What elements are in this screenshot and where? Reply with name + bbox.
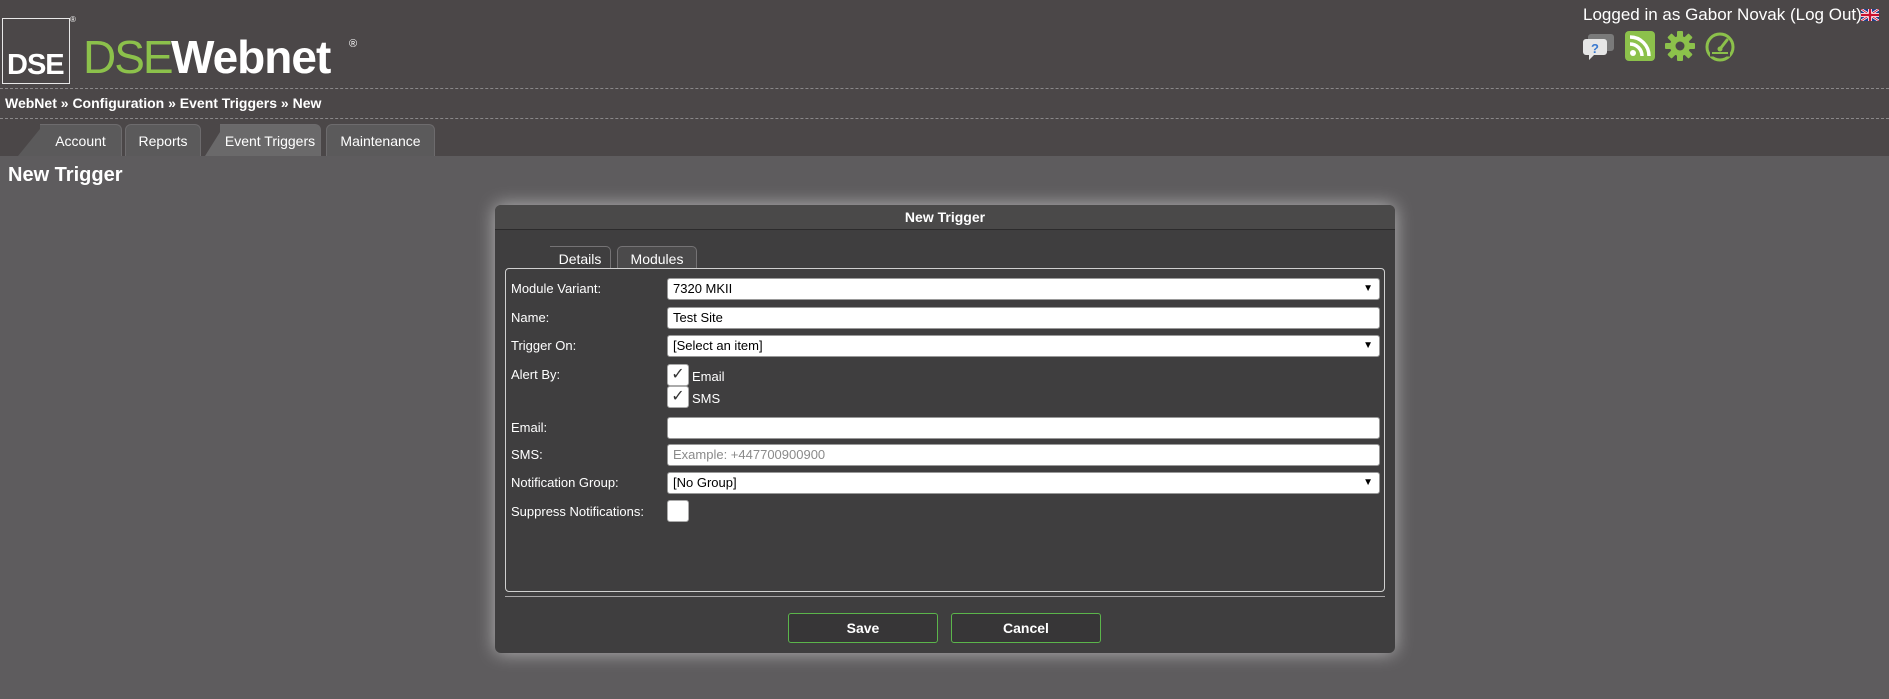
alert-email-label: Email [692, 369, 725, 384]
gauge-icon[interactable] [1704, 30, 1736, 62]
cancel-button[interactable]: Cancel [951, 613, 1101, 643]
logo-box-text: DSE [7, 49, 65, 81]
logged-in-text: Logged in as Gabor Novak [1583, 5, 1790, 24]
help-icon[interactable]: ? [1583, 30, 1615, 62]
trigger-on-label: Trigger On: [511, 338, 577, 353]
logo-registered-mark: ® [70, 15, 76, 24]
save-button[interactable]: Save [788, 613, 938, 643]
breadcrumb: WebNet » Configuration » Event Triggers … [5, 95, 321, 111]
suppress-notifications-label: Suppress Notifications: [511, 504, 644, 519]
alert-email-checkbox[interactable]: ✓ [667, 364, 689, 386]
rss-icon[interactable] [1624, 30, 1656, 62]
notification-group-label: Notification Group: [511, 475, 619, 490]
form-divider [505, 596, 1385, 597]
tab-maintenance[interactable]: Maintenance [326, 124, 435, 156]
breadcrumb-separator: » [56, 95, 73, 111]
sms-field[interactable]: Example: +447700900900 [667, 444, 1380, 466]
module-variant-label: Module Variant: [511, 281, 602, 296]
logo-dse-text: DSE [83, 31, 174, 83]
page-title: New Trigger [8, 164, 123, 186]
trigger-on-select[interactable]: [Select an item] ▼ [667, 335, 1380, 357]
breadcrumb-separator: » [277, 95, 293, 111]
breadcrumb-item-configuration[interactable]: Configuration [72, 95, 164, 111]
tab-event-triggers[interactable]: Event Triggers [220, 124, 321, 156]
chevron-down-icon: ▼ [1363, 477, 1373, 488]
svg-text:?: ? [1591, 41, 1599, 56]
breadcrumb-divider [0, 118, 1889, 119]
name-value: Test Site [673, 310, 723, 325]
email-field[interactable] [667, 417, 1380, 439]
module-variant-select[interactable]: 7320 MKII ▼ [667, 278, 1380, 300]
logo-box: DSE [2, 18, 70, 84]
header: DSE ® DSE Webnet ® Logged in as Gabor No… [0, 0, 1889, 156]
tab-reports[interactable]: Reports [125, 124, 201, 156]
details-form: Module Variant: 7320 MKII ▼ Name: Test S… [505, 268, 1385, 592]
logged-in-status: Logged in as Gabor Novak (Log Out) [1583, 5, 1862, 25]
breadcrumb-item-new: New [292, 95, 322, 111]
breadcrumb-item-webnet[interactable]: WebNet [5, 95, 57, 111]
module-variant-value: 7320 MKII [673, 281, 733, 296]
alert-by-label: Alert By: [511, 367, 561, 382]
uk-flag-icon[interactable] [1861, 9, 1879, 21]
chevron-down-icon: ▼ [1363, 283, 1373, 294]
logo-webnet-text: Webnet [171, 31, 331, 83]
breadcrumb-separator: » [164, 95, 180, 111]
header-divider [0, 88, 1889, 89]
alert-sms-checkbox[interactable]: ✓ [667, 386, 689, 408]
new-trigger-dialog: New Trigger Details Modules Module Varia… [495, 205, 1395, 653]
notification-group-select[interactable]: [No Group] ▼ [667, 472, 1380, 494]
sms-label: SMS: [511, 447, 543, 462]
suppress-notifications-checkbox[interactable] [667, 500, 689, 522]
gear-icon[interactable] [1664, 30, 1696, 62]
notification-group-value: [No Group] [673, 475, 737, 490]
name-input[interactable]: Test Site [667, 307, 1380, 329]
logo-registered-mark-2: ® [349, 38, 358, 50]
tab-account[interactable]: Account [40, 124, 122, 156]
chevron-down-icon: ▼ [1363, 340, 1373, 351]
logout-link[interactable]: (Log Out) [1790, 5, 1862, 24]
breadcrumb-item-event-triggers[interactable]: Event Triggers [180, 95, 277, 111]
sms-placeholder: Example: +447700900900 [673, 447, 826, 462]
email-label: Email: [511, 420, 548, 435]
alert-sms-label: SMS [692, 391, 721, 406]
trigger-on-value: [Select an item] [673, 338, 763, 353]
dialog-title: New Trigger [495, 205, 1395, 230]
name-label: Name: [511, 310, 550, 325]
